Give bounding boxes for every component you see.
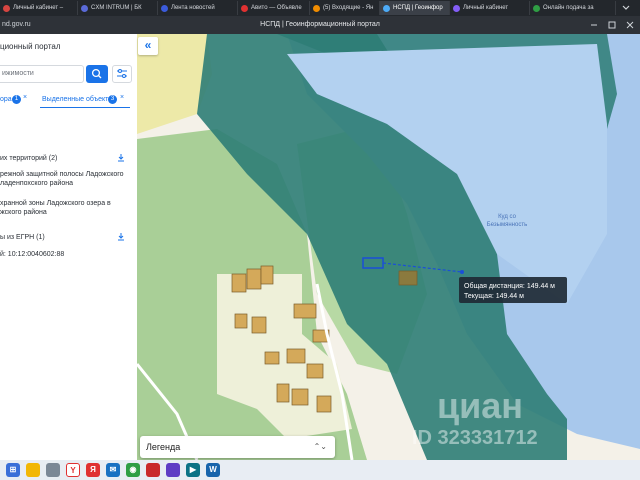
watermark-id: ID 323331712 xyxy=(412,427,538,449)
browser-tab-3[interactable]: Лента новостей xyxy=(158,1,238,15)
distance-tooltip-current: Текущая: 149.44 м xyxy=(464,293,524,300)
search-box[interactable]: ижимости xyxy=(0,65,84,83)
map-canvas[interactable]: Куд со Безымянность Общая дистанция: 149… xyxy=(137,34,640,460)
tab-favicon-icon xyxy=(313,4,320,12)
chevron-up-down-icon: ⌃⌄ xyxy=(313,442,327,451)
legend-label: Легенда xyxy=(146,442,181,452)
lake-label: Куд со xyxy=(498,214,517,220)
video-icon[interactable]: ▶ xyxy=(186,463,200,477)
tab-favicon-icon xyxy=(241,4,248,12)
browser-tab-2[interactable]: CXM INTRUM | БК xyxy=(78,1,158,15)
tab-favicon-icon xyxy=(3,4,10,12)
doc-icon[interactable]: W xyxy=(206,463,220,477)
browser-tab-6[interactable]: НСПД | Геоинфор xyxy=(380,1,450,15)
browser-tab-5[interactable]: (5) Входящие - Ян xyxy=(310,1,380,15)
tab-list-icon[interactable] xyxy=(622,4,630,12)
portal-title: ционный портал xyxy=(0,42,61,51)
filter-chip-left-count: 1 xyxy=(12,95,21,104)
tab-label: (5) Входящие - Ян xyxy=(323,5,374,11)
tab-label: CXM INTRUM | БК xyxy=(91,5,142,11)
list-item-2-line2: жского района xyxy=(0,209,47,216)
search-icon xyxy=(91,68,102,79)
lake-label-2: Безымянность xyxy=(487,222,527,228)
list-item-2-line1[interactable]: хранной зоны Ладожского озера в xyxy=(0,200,111,207)
browser-tab-bar: Личный кабинет – CXM INTRUM | БК Лента н… xyxy=(0,0,640,16)
list-item-1-line2: ладенпохского района xyxy=(0,180,73,187)
tab-label: НСПД | Геоинфор xyxy=(393,5,443,11)
browser-tab-8[interactable]: Онлайн подача за xyxy=(530,1,616,15)
filter-chip-right-close-icon[interactable]: × xyxy=(120,94,124,101)
yandex-icon[interactable]: Я xyxy=(86,463,100,477)
list-item-cadastral[interactable]: й: 10:12:0040602:88 xyxy=(0,251,64,258)
filter-chip-left-label[interactable]: ора xyxy=(0,96,12,103)
taskbar: ⊞ Y Я ✉ ◉ ▶ W xyxy=(0,460,640,480)
distance-tooltip-total: Общая дистанция: 149.44 м xyxy=(464,282,555,290)
collapse-sidebar-button[interactable]: « xyxy=(138,37,158,55)
minimize-icon[interactable] xyxy=(590,21,598,29)
mail-icon[interactable]: ✉ xyxy=(106,463,120,477)
window-title: НСПД | Геоинформационный портал xyxy=(260,21,380,28)
browser-tab-1[interactable]: Личный кабинет – xyxy=(0,1,78,15)
filter-chip-left-close-icon[interactable]: × xyxy=(23,94,27,101)
tab-label: Авито — Объявле xyxy=(251,5,302,11)
map-svg[interactable]: Куд со Безымянность Общая дистанция: 149… xyxy=(137,34,640,460)
filter-chip-right-count: 3 xyxy=(108,95,117,104)
tab-label: Онлайн подача за xyxy=(543,5,594,11)
tab-favicon-icon xyxy=(81,4,88,12)
tab-favicon-icon xyxy=(161,4,168,12)
watermark-logo: циан xyxy=(437,385,523,426)
section-title-egrn[interactable]: ы из ЕГРН (1) xyxy=(0,234,45,241)
contacts-icon[interactable] xyxy=(46,463,60,477)
maximize-icon[interactable] xyxy=(608,21,616,29)
list-item-1-line1[interactable]: режной защитной полосы Ладожского xyxy=(0,171,124,178)
filter-chip-underline xyxy=(40,107,130,108)
file-explorer-icon[interactable] xyxy=(26,463,40,477)
filter-chip-right-label[interactable]: Выделенные объекты xyxy=(42,96,113,103)
sliders-icon xyxy=(117,69,127,78)
legend-dropdown[interactable]: Легенда ⌃⌄ xyxy=(140,436,335,458)
close-icon[interactable] xyxy=(626,21,634,29)
download-icon[interactable] xyxy=(117,153,125,162)
tab-favicon-icon xyxy=(533,4,540,12)
measure-point[interactable] xyxy=(460,270,464,274)
chrome-icon[interactable]: ◉ xyxy=(126,463,140,477)
address-bar: nd.gov.ru НСПД | Геоинформационный порта… xyxy=(0,16,640,34)
yandex-browser-icon[interactable]: Y xyxy=(66,463,80,477)
browser-tab-7[interactable]: Личный кабинет xyxy=(450,1,530,15)
tab-label: Личный кабинет xyxy=(463,5,509,11)
tab-label: Личный кабинет – xyxy=(13,5,64,11)
sidebar-panel: ционный портал ижимости ора 1 × Выделенн… xyxy=(0,34,137,460)
start-icon[interactable]: ⊞ xyxy=(6,463,20,477)
tab-favicon-icon xyxy=(453,4,460,12)
download-icon[interactable] xyxy=(117,232,125,241)
section-title-territories[interactable]: их территорий (2) xyxy=(0,155,57,162)
search-button[interactable] xyxy=(86,65,108,83)
tab-favicon-icon xyxy=(383,4,390,12)
search-input[interactable]: ижимости xyxy=(2,70,34,77)
red-app-icon[interactable] xyxy=(146,463,160,477)
tab-label: Лента новостей xyxy=(171,5,215,11)
browser-tab-4[interactable]: Авито — Объявле xyxy=(238,1,310,15)
filter-settings-button[interactable] xyxy=(112,65,132,83)
gallery-icon[interactable] xyxy=(166,463,180,477)
